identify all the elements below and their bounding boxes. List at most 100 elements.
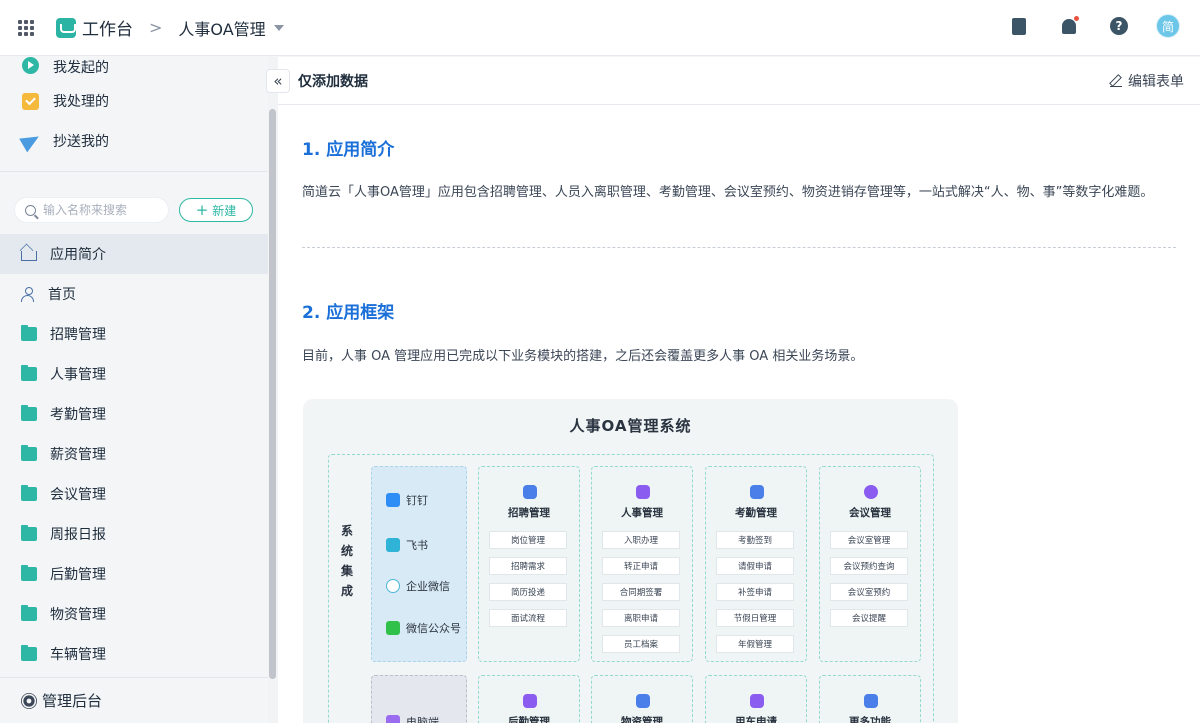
app-switch-chevron-down-icon[interactable]	[273, 24, 284, 31]
sidebar-item-personnel[interactable]: 人事管理	[0, 354, 268, 394]
sidebar-scrollbar[interactable]	[268, 57, 278, 723]
module-materials: 物资管理	[591, 675, 693, 723]
search-input[interactable]	[43, 203, 163, 217]
quick-item-label: 抄送我的	[53, 134, 109, 150]
module-vehicle: 用车申请	[705, 675, 807, 723]
workbench-link[interactable]: 工作台	[82, 15, 133, 40]
sidebar: 我发起的 我处理的 抄送我的 + 新建 应用简介 首页 招聘管理	[0, 57, 270, 723]
avatar[interactable]: 简	[1156, 14, 1180, 38]
integration-feishu: 飞书	[386, 537, 428, 553]
quick-item-my-handled[interactable]: 我处理的	[0, 81, 270, 121]
top-bar: 工作台 > 人事OA管理 ? 简	[0, 0, 1200, 56]
personnel-module-icon	[636, 485, 650, 499]
module-recruitment: 招聘管理 岗位管理 招聘需求 简历投递 面试流程	[478, 466, 580, 662]
vehicle-module-icon	[750, 694, 764, 708]
sidebar-item-meeting[interactable]: 会议管理	[0, 474, 268, 514]
desktop-icon	[386, 715, 400, 723]
wecom-icon	[386, 579, 400, 593]
folder-icon	[21, 325, 37, 341]
search-row: + 新建	[0, 172, 270, 230]
integrations-panel-2: 电脑端	[371, 675, 467, 723]
admin-console-label: 管理后台	[42, 692, 103, 710]
diagram-title: 人事OA管理系统	[569, 417, 692, 435]
folder-icon	[21, 605, 37, 621]
module-meeting: 会议管理 会议室管理 会议预约查询 会议室预约 会议提醒	[819, 466, 921, 662]
integration-desktop: 电脑端	[386, 714, 439, 723]
recruitment-module-icon	[523, 485, 537, 499]
integration-dingtalk: 钉钉	[386, 492, 428, 508]
new-button-label: 新建	[212, 203, 237, 218]
page-title: 仅添加数据	[298, 73, 368, 90]
wechat-icon	[386, 621, 400, 635]
help-icon[interactable]: ?	[1108, 15, 1130, 37]
paper-plane-icon	[19, 129, 43, 153]
folder-icon	[21, 525, 37, 541]
integrations-panel: 钉钉 飞书 企业微信 微信公众号	[371, 466, 467, 662]
integration-wechat-official: 微信公众号	[386, 620, 461, 636]
sidebar-item-label: 应用简介	[50, 247, 106, 263]
module-more: 更多功能	[819, 675, 921, 723]
scrollbar-thumb[interactable]	[269, 109, 276, 679]
breadcrumb-separator: >	[149, 18, 163, 37]
dingtalk-icon	[386, 493, 400, 507]
sidebar-item-logistics[interactable]: 后勤管理	[0, 554, 268, 594]
more-features-icon	[864, 694, 878, 708]
sidebar-item-materials[interactable]: 物资管理	[0, 594, 268, 634]
integration-wecom: 企业微信	[386, 578, 450, 594]
sidebar-item-label: 会议管理	[50, 487, 106, 503]
search-box[interactable]	[14, 197, 169, 223]
attendance-module-icon	[750, 485, 764, 499]
sidebar-item-label: 物资管理	[50, 607, 106, 623]
plus-icon: +	[195, 201, 209, 219]
user-icon	[21, 287, 35, 302]
sidebar-item-reports[interactable]: 周报日报	[0, 514, 268, 554]
folder-icon	[21, 645, 37, 661]
search-icon	[25, 204, 36, 216]
sidebar-item-label: 后勤管理	[50, 567, 106, 583]
app-title[interactable]: 人事OA管理	[178, 16, 265, 40]
top-right-actions: ? 简	[980, 14, 1180, 38]
contacts-book-icon[interactable]	[1008, 15, 1030, 37]
quick-item-cc-me[interactable]: 抄送我的	[0, 121, 270, 161]
sidebar-item-recruitment[interactable]: 招聘管理	[0, 314, 268, 354]
edit-form-button[interactable]: 编辑表单	[1110, 71, 1184, 91]
intro-text: 简道云「人事OA管理」应用包含招聘管理、人员入离职管理、考勤管理、会议室预约、物…	[302, 185, 1154, 200]
main-content: 仅添加数据 编辑表单 1. 应用简介 简道云「人事OA管理」应用包含招聘管理、人…	[278, 57, 1200, 723]
sidebar-item-home[interactable]: 首页	[0, 274, 268, 314]
sidebar-item-label: 车辆管理	[50, 647, 106, 663]
system-integration-label: 系统集成	[341, 524, 354, 598]
materials-module-icon	[636, 694, 650, 708]
pencil-icon	[1110, 75, 1122, 87]
workbench-logo-icon[interactable]	[56, 17, 76, 38]
module-personnel: 人事管理 入职办理 转正申请 合同期签署 离职申请 员工档案	[591, 466, 693, 662]
notification-bell-icon[interactable]	[1058, 15, 1080, 37]
meeting-module-icon	[864, 485, 878, 499]
new-button[interactable]: + 新建	[179, 198, 253, 222]
sidebar-item-label: 考勤管理	[50, 407, 106, 423]
section-divider	[302, 247, 1176, 248]
sidebar-item-vehicles[interactable]: 车辆管理	[0, 634, 268, 674]
sidebar-item-label: 招聘管理	[50, 327, 106, 343]
sidebar-item-label: 首页	[48, 287, 76, 303]
sidebar-item-salary[interactable]: 薪资管理	[0, 434, 268, 474]
section-title-intro: 1. 应用简介	[302, 140, 395, 160]
quick-item-my-initiated[interactable]: 我发起的	[0, 57, 270, 81]
main-header: 仅添加数据 编辑表单	[278, 57, 1200, 105]
collapse-sidebar-button[interactable]: «	[266, 69, 290, 93]
sidebar-item-attendance[interactable]: 考勤管理	[0, 394, 268, 434]
gear-icon	[23, 694, 35, 707]
quick-item-label: 我发起的	[53, 60, 109, 76]
admin-console-link[interactable]: 管理后台	[0, 677, 268, 723]
sidebar-item-label: 人事管理	[50, 367, 106, 383]
home-icon	[21, 251, 37, 261]
app-grid-icon[interactable]	[18, 19, 34, 36]
folder-icon	[21, 365, 37, 381]
sidebar-item-app-intro[interactable]: 应用简介	[0, 234, 268, 274]
nav-list: 应用简介 首页 招聘管理 人事管理 考勤管理 薪资管理 会议管理 周报日报 后勤…	[0, 234, 270, 674]
section-title-framework: 2. 应用框架	[302, 303, 395, 323]
folder-icon	[21, 405, 37, 421]
folder-icon	[21, 565, 37, 581]
module-logistics: 后勤管理	[478, 675, 580, 723]
play-circle-icon	[22, 57, 39, 74]
logistics-module-icon	[523, 694, 537, 708]
